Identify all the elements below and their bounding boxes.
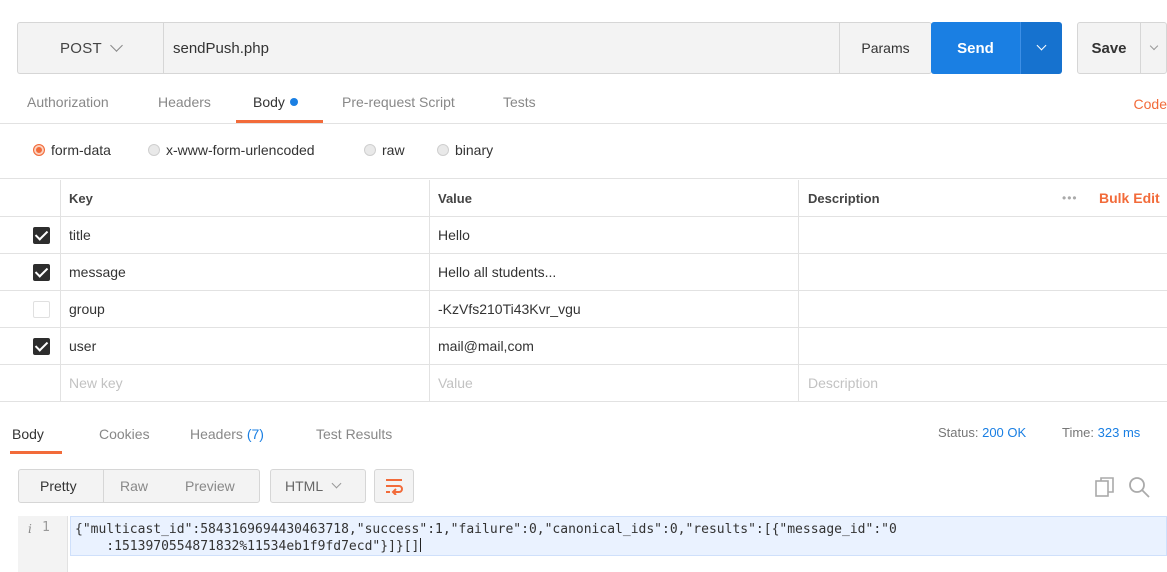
- request-tabs: Authorization Headers Body Pre-request S…: [0, 86, 1167, 124]
- table-row: user mail@mail,com: [0, 328, 1167, 365]
- radio-label: x-www-form-urlencoded: [166, 142, 315, 158]
- method-label: POST: [59, 39, 103, 57]
- line-gutter: i 1: [18, 516, 68, 572]
- value-input[interactable]: Hello: [438, 217, 470, 253]
- active-tab-indicator: [236, 120, 323, 123]
- tab-headers[interactable]: Headers: [158, 94, 211, 110]
- response-tab-body[interactable]: Body: [12, 426, 44, 442]
- key-input[interactable]: user: [69, 328, 96, 364]
- response-tab-headers[interactable]: Headers (7): [190, 426, 264, 442]
- tab-body[interactable]: Body: [253, 94, 298, 110]
- key-input[interactable]: message: [69, 254, 126, 290]
- send-button[interactable]: Send: [931, 22, 1020, 74]
- line-number: 1: [42, 520, 50, 535]
- value-input[interactable]: mail@mail,com: [438, 328, 534, 364]
- response-code-line-1: {"multicast_id":5843169694430463718,"suc…: [75, 522, 897, 537]
- language-select[interactable]: HTML: [270, 469, 366, 503]
- chevron-down-icon: [1036, 40, 1047, 51]
- response-tab-test-results[interactable]: Test Results: [316, 426, 392, 442]
- column-header-value: Value: [438, 190, 472, 206]
- row-enabled-checkbox[interactable]: [33, 227, 50, 244]
- table-header: Key Value Description ••• Bulk Edit: [0, 180, 1167, 217]
- response-tab-headers-label: Headers: [190, 426, 243, 442]
- text-caret: [420, 538, 422, 552]
- bulk-edit-button[interactable]: Bulk Edit: [1099, 180, 1160, 216]
- radio-raw[interactable]: raw: [364, 142, 405, 158]
- radio-label: binary: [455, 142, 494, 158]
- info-icon: i: [28, 522, 32, 536]
- method-select[interactable]: POST: [17, 22, 163, 74]
- column-header-key: Key: [69, 190, 93, 206]
- chevron-down-icon: [1149, 41, 1159, 50]
- new-value-input[interactable]: Value: [438, 365, 473, 401]
- save-button-group: Save: [1077, 22, 1167, 74]
- view-mode-selector: Pretty Raw Preview: [18, 469, 260, 503]
- tab-body-label: Body: [253, 94, 285, 110]
- chevron-down-icon: [331, 478, 342, 489]
- language-label: HTML: [285, 478, 324, 494]
- status-label: Status:: [938, 425, 979, 440]
- url-input[interactable]: sendPush.php: [163, 22, 839, 74]
- save-dropdown-button[interactable]: [1140, 23, 1167, 73]
- request-url-bar: POST sendPush.php Params Send Save: [17, 22, 1167, 74]
- radio-checked-icon: [33, 144, 45, 156]
- modified-dot-icon: [289, 98, 298, 106]
- tab-authorization[interactable]: Authorization: [27, 94, 109, 110]
- response-code: {"multicast_id":5843169694430463718,"suc…: [75, 521, 1165, 555]
- copy-icon[interactable]: [1094, 476, 1116, 498]
- view-preview-button[interactable]: Preview: [185, 470, 235, 502]
- body-type-selector: form-data x-www-form-urlencoded raw bina…: [0, 125, 1167, 179]
- tab-pre-request-script[interactable]: Pre-request Script: [342, 94, 455, 110]
- response-body-editor[interactable]: i 1 {"multicast_id":5843169694430463718,…: [18, 516, 1167, 572]
- time-readout: Time: 323 ms: [1062, 425, 1140, 440]
- radio-label: form-data: [51, 142, 111, 158]
- code-link[interactable]: Code: [1134, 96, 1167, 112]
- response-code-line-2: :1513970554871832%11534eb1f9fd7ecd"}]}[]: [75, 539, 420, 554]
- radio-unchecked-icon: [437, 144, 449, 156]
- radio-form-data[interactable]: form-data: [33, 142, 111, 158]
- view-raw-button[interactable]: Raw: [120, 470, 148, 502]
- table-row: group -KzVfs210Ti43Kvr_vgu: [0, 291, 1167, 328]
- save-button[interactable]: Save: [1078, 23, 1140, 73]
- radio-unchecked-icon: [148, 144, 160, 156]
- send-dropdown-button[interactable]: [1020, 22, 1062, 74]
- status-readout: Status: 200 OK: [938, 425, 1026, 440]
- response-tab-cookies[interactable]: Cookies: [99, 426, 150, 442]
- code-line-highlight: {"multicast_id":5843169694430463718,"suc…: [70, 516, 1167, 556]
- chevron-down-icon: [110, 39, 123, 52]
- new-description-input[interactable]: Description: [808, 365, 878, 401]
- radio-unchecked-icon: [364, 144, 376, 156]
- value-input[interactable]: Hello all students...: [438, 254, 556, 290]
- headers-count-badge: (7): [246, 426, 264, 442]
- response-toolbar: Pretty Raw Preview HTML: [0, 466, 1167, 506]
- table-row: title Hello: [0, 217, 1167, 254]
- radio-label: raw: [382, 142, 405, 158]
- key-input[interactable]: group: [69, 291, 105, 327]
- view-pretty-button[interactable]: Pretty: [40, 470, 77, 502]
- status-value: 200 OK: [982, 425, 1027, 440]
- new-key-input[interactable]: New key: [69, 365, 123, 401]
- wrap-lines-icon: [386, 479, 403, 495]
- search-icon[interactable]: [1127, 475, 1151, 499]
- response-tabs: Body Cookies Headers (7) Test Results St…: [0, 418, 1167, 454]
- row-enabled-checkbox[interactable]: [33, 264, 50, 281]
- column-header-description: Description: [808, 190, 880, 206]
- tab-tests[interactable]: Tests: [503, 94, 536, 110]
- send-button-group: Send: [931, 22, 1062, 74]
- more-options-icon[interactable]: •••: [1062, 180, 1078, 216]
- time-label: Time:: [1062, 425, 1095, 440]
- params-button[interactable]: Params: [839, 22, 932, 74]
- new-table-row: New key Value Description: [0, 365, 1167, 402]
- radio-x-www-form-urlencoded[interactable]: x-www-form-urlencoded: [148, 142, 315, 158]
- time-value: 323 ms: [1097, 425, 1141, 440]
- row-enabled-checkbox[interactable]: [33, 338, 50, 355]
- row-enabled-checkbox[interactable]: [33, 301, 50, 318]
- radio-binary[interactable]: binary: [437, 142, 493, 158]
- wrap-lines-button[interactable]: [374, 469, 414, 503]
- key-input[interactable]: title: [69, 217, 91, 253]
- value-input[interactable]: -KzVfs210Ti43Kvr_vgu: [438, 291, 581, 327]
- table-row: message Hello all students...: [0, 254, 1167, 291]
- active-response-tab-indicator: [10, 451, 62, 454]
